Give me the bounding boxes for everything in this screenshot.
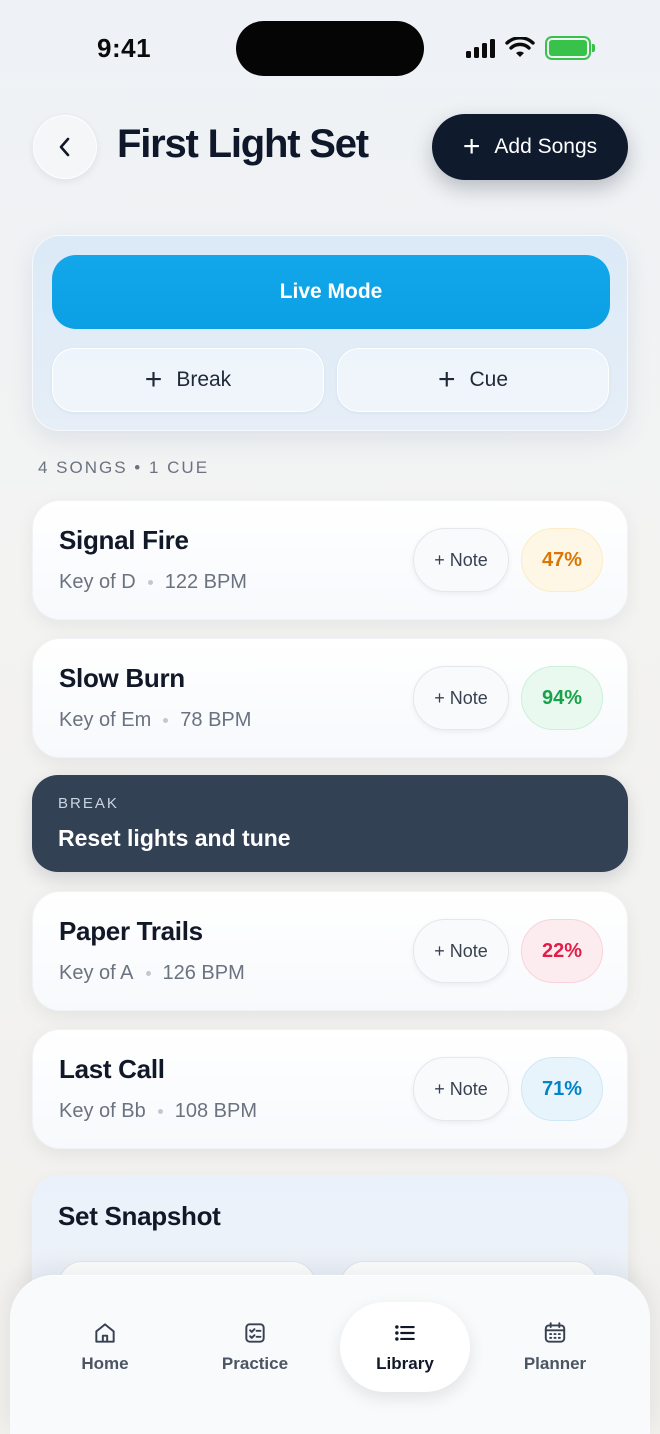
battery-icon xyxy=(545,36,595,60)
break-card[interactable]: BREAK Reset lights and tune xyxy=(32,775,628,872)
song-key: Key of Bb xyxy=(59,1100,146,1122)
song-meta: Key of Em 78 BPM xyxy=(59,709,251,732)
separator-dot xyxy=(163,718,169,723)
song-card-last-call[interactable]: Last Call Key of Bb 108 BPM + Note 71% xyxy=(32,1029,628,1149)
song-meta: Key of A 126 BPM xyxy=(59,962,245,985)
break-title: Reset lights and tune xyxy=(58,825,291,851)
separator-dot xyxy=(157,1109,163,1114)
song-bpm: 126 BPM xyxy=(162,962,245,984)
plus-icon: + xyxy=(437,363,456,396)
add-cue-label: Cue xyxy=(469,368,509,391)
home-icon xyxy=(95,1323,115,1343)
nav-label: Library xyxy=(376,1354,434,1373)
snapshot-title: Set Snapshot xyxy=(58,1201,221,1231)
add-note-button[interactable]: + Note xyxy=(413,528,509,592)
progress-badge: 94% xyxy=(521,666,603,730)
page-title: First Light Set xyxy=(117,122,369,166)
set-count-label: 4 SONGS • 1 CUE xyxy=(38,458,210,477)
add-cue-button[interactable]: + Cue xyxy=(337,348,609,412)
dynamic-island xyxy=(236,21,424,76)
nav-label: Home xyxy=(81,1354,129,1373)
song-title: Paper Trails xyxy=(59,916,203,946)
calendar-icon xyxy=(544,1322,566,1343)
nav-item-practice[interactable]: Practice xyxy=(190,1302,320,1392)
chevron-left-icon xyxy=(59,137,70,157)
song-card-signal-fire[interactable]: Signal Fire Key of D 122 BPM + Note 47% xyxy=(32,500,628,620)
break-kicker: BREAK xyxy=(58,795,119,812)
add-songs-button[interactable]: + Add Songs xyxy=(432,114,628,180)
wifi-icon xyxy=(505,37,535,57)
song-title: Slow Burn xyxy=(59,663,185,693)
bottom-nav: Home Practice Library Planner xyxy=(10,1275,650,1434)
live-mode-button[interactable]: Live Mode xyxy=(52,255,610,329)
add-songs-label: Add Songs xyxy=(494,135,598,158)
song-meta: Key of D 122 BPM xyxy=(59,571,247,594)
song-card-paper-trails[interactable]: Paper Trails Key of A 126 BPM + Note 22% xyxy=(32,891,628,1011)
checklist-icon xyxy=(245,1323,265,1343)
status-icons xyxy=(466,34,595,62)
plus-icon: + xyxy=(144,363,163,396)
song-bpm: 78 BPM xyxy=(180,709,252,731)
progress-badge: 47% xyxy=(521,528,603,592)
nav-label: Planner xyxy=(523,1354,587,1373)
song-key: Key of D xyxy=(59,571,136,593)
back-button[interactable] xyxy=(33,115,97,179)
song-key: Key of A xyxy=(59,962,134,984)
song-title: Signal Fire xyxy=(59,525,189,555)
set-controls-card: Live Mode + Break + Cue xyxy=(32,235,628,431)
song-meta: Key of Bb 108 BPM xyxy=(59,1100,257,1123)
nav-item-library[interactable]: Library xyxy=(340,1302,470,1392)
add-break-button[interactable]: + Break xyxy=(52,348,324,412)
nav-label: Practice xyxy=(221,1354,289,1373)
plus-icon: + xyxy=(462,130,481,163)
song-bpm: 122 BPM xyxy=(164,571,247,593)
cellular-signal-icon xyxy=(466,38,495,58)
separator-dot xyxy=(145,971,151,976)
add-note-button[interactable]: + Note xyxy=(413,1057,509,1121)
list-icon xyxy=(395,1325,415,1341)
progress-badge: 71% xyxy=(521,1057,603,1121)
status-time: 9:41 xyxy=(97,33,152,63)
add-break-label: Break xyxy=(176,368,232,391)
add-note-button[interactable]: + Note xyxy=(413,666,509,730)
song-key: Key of Em xyxy=(59,709,152,731)
song-bpm: 108 BPM xyxy=(174,1100,257,1122)
song-card-slow-burn[interactable]: Slow Burn Key of Em 78 BPM + Note 94% xyxy=(32,638,628,758)
nav-item-home[interactable]: Home xyxy=(40,1302,170,1392)
add-note-button[interactable]: + Note xyxy=(413,919,509,983)
song-title: Last Call xyxy=(59,1054,165,1084)
separator-dot xyxy=(147,580,153,585)
nav-item-planner[interactable]: Planner xyxy=(490,1302,620,1392)
progress-badge: 22% xyxy=(521,919,603,983)
